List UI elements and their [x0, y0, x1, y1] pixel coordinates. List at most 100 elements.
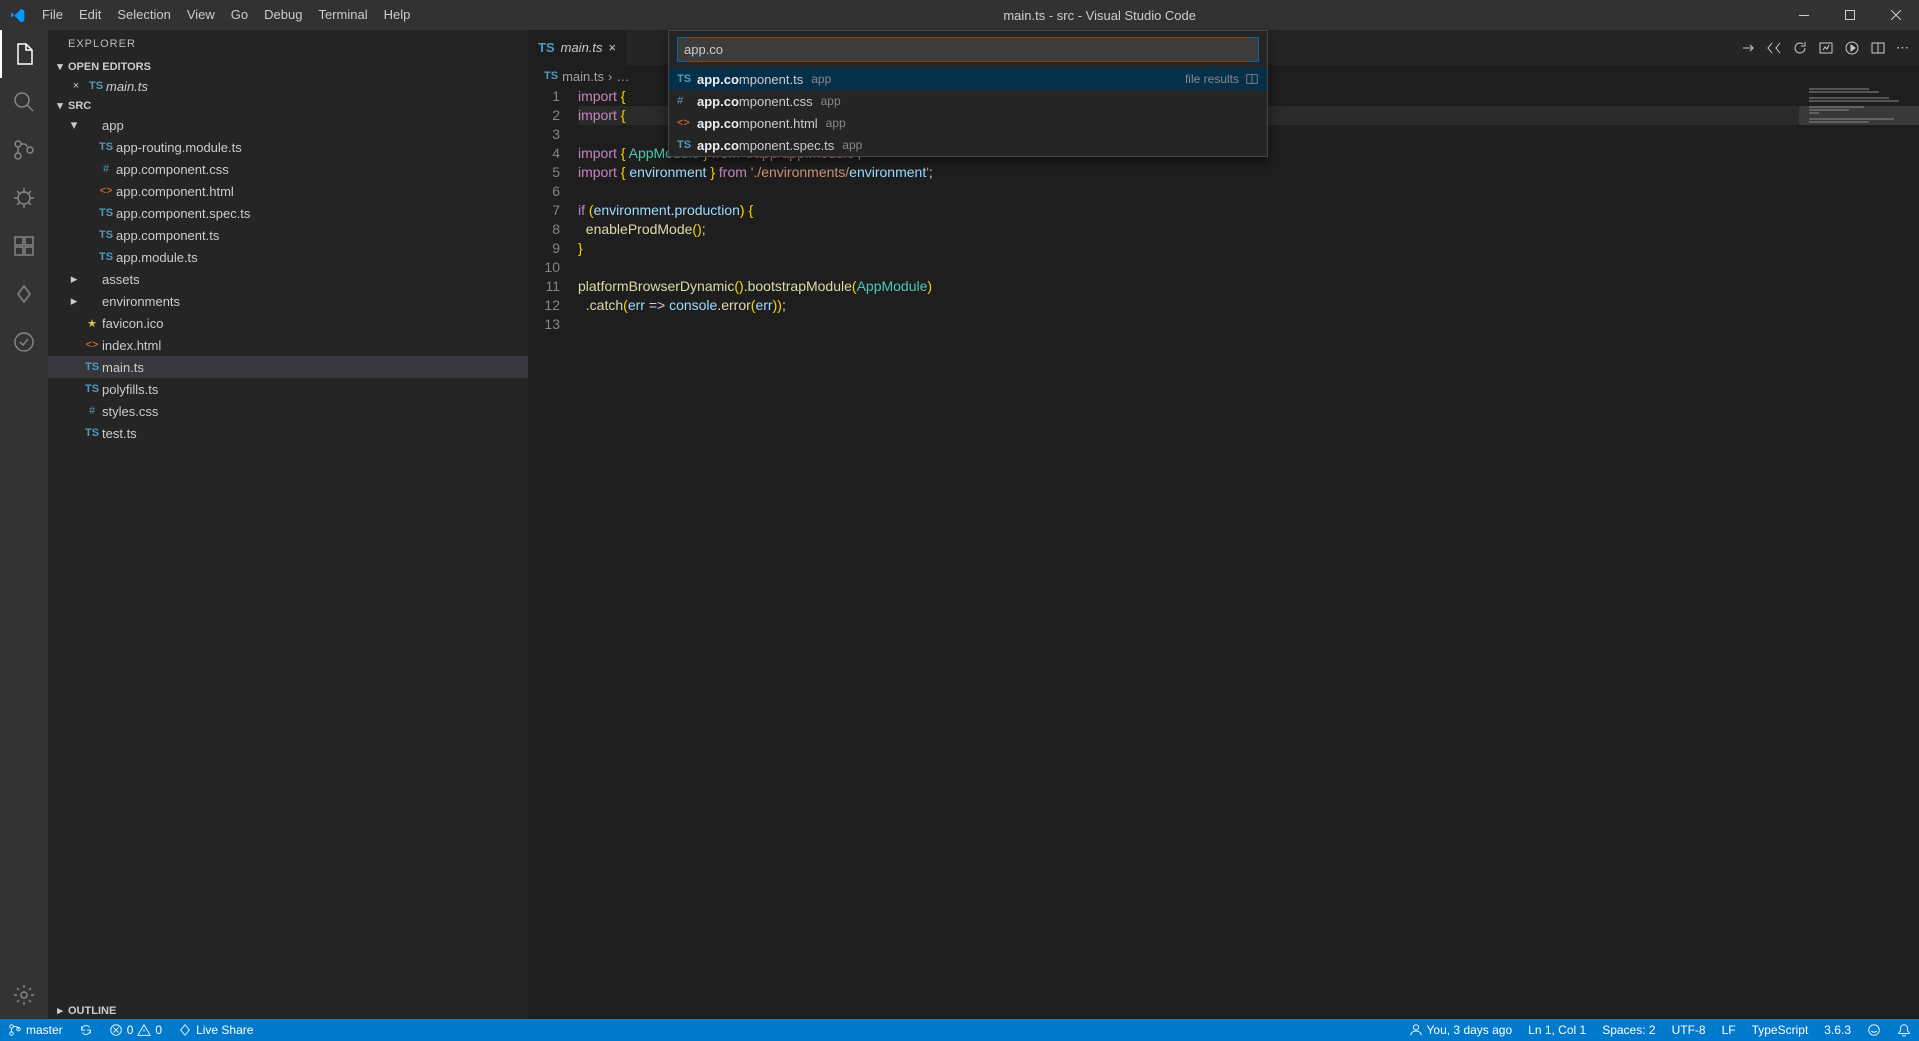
quick-open-item[interactable]: <>app.component.htmlapp — [669, 112, 1267, 134]
section-label: OUTLINE — [68, 1005, 116, 1017]
ts-icon: TS — [86, 80, 106, 92]
tree-item[interactable]: ★favicon.ico — [48, 312, 528, 334]
sync-icon — [79, 1023, 93, 1037]
branch-icon — [8, 1023, 22, 1037]
quick-open-item[interactable]: TSapp.component.tsappfile results — [669, 68, 1267, 90]
activity-search-icon[interactable] — [0, 78, 48, 126]
status-version[interactable]: 3.6.3 — [1816, 1023, 1859, 1037]
close-icon[interactable]: × — [66, 80, 86, 92]
menu-terminal[interactable]: Terminal — [310, 0, 375, 30]
chevron-down-icon: ▾ — [52, 99, 68, 112]
tree-item[interactable]: <>app.component.html — [48, 180, 528, 202]
section-src[interactable]: ▾ SRC — [48, 97, 528, 114]
tree-item[interactable]: TSpolyfills.ts — [48, 378, 528, 400]
tree-item[interactable]: ▾app — [48, 114, 528, 136]
activity-settings-icon[interactable] — [0, 971, 48, 1019]
status-encoding[interactable]: UTF-8 — [1664, 1023, 1714, 1037]
section-label: OPEN EDITORS — [68, 61, 151, 73]
chevron-right-icon: ▸ — [52, 1004, 68, 1017]
close-button[interactable] — [1873, 0, 1919, 30]
status-indent[interactable]: Spaces: 2 — [1594, 1023, 1663, 1037]
person-icon — [1409, 1023, 1423, 1037]
branch-label: master — [26, 1023, 63, 1037]
status-lang[interactable]: TypeScript — [1744, 1023, 1817, 1037]
ts-icon: TS — [544, 70, 558, 82]
menu-help[interactable]: Help — [376, 0, 419, 30]
tab-main-ts[interactable]: TS main.ts × — [528, 30, 626, 65]
activity-liveshare-icon[interactable] — [0, 270, 48, 318]
quick-open: TSapp.component.tsappfile results#app.co… — [668, 30, 1268, 157]
status-bar: master 0 0 Live Share You, 3 days ago Ln… — [0, 1019, 1919, 1041]
maximize-button[interactable] — [1827, 0, 1873, 30]
status-eol[interactable]: LF — [1714, 1023, 1744, 1037]
quick-open-item[interactable]: #app.component.cssapp — [669, 90, 1267, 112]
error-icon — [109, 1023, 123, 1037]
activity-debug-icon[interactable] — [0, 174, 48, 222]
status-blame[interactable]: You, 3 days ago — [1401, 1023, 1521, 1037]
tree-item[interactable]: TSmain.ts — [48, 356, 528, 378]
vscode-logo-icon — [0, 7, 34, 23]
section-outline[interactable]: ▸ OUTLINE — [48, 1002, 528, 1019]
code-editor[interactable]: 12345678910111213 import { import { impo… — [528, 87, 1919, 1019]
split-icon[interactable] — [1870, 40, 1886, 56]
smiley-icon — [1867, 1023, 1881, 1037]
more-icon[interactable]: ⋯ — [1896, 40, 1909, 56]
section-label: SRC — [68, 100, 91, 112]
status-sync[interactable] — [71, 1023, 101, 1037]
tree-item[interactable]: TSapp.component.ts — [48, 224, 528, 246]
src-tree: ▾appTSapp-routing.module.ts#app.componen… — [48, 114, 528, 444]
ts-icon: TS — [538, 40, 555, 55]
breadcrumb-item: main.ts — [562, 69, 604, 84]
liveshare-icon — [178, 1023, 192, 1037]
menu-edit[interactable]: Edit — [71, 0, 109, 30]
status-bell[interactable] — [1889, 1023, 1919, 1037]
tree-item[interactable]: ▸assets — [48, 268, 528, 290]
tree-item[interactable]: ▸environments — [48, 290, 528, 312]
liveshare-label: Live Share — [196, 1023, 253, 1037]
blame-label: You, 3 days ago — [1427, 1023, 1513, 1037]
tree-item[interactable]: #app.component.css — [48, 158, 528, 180]
quick-open-item[interactable]: TSapp.component.spec.tsapp — [669, 134, 1267, 156]
run-icon[interactable] — [1844, 40, 1860, 56]
menu-view[interactable]: View — [179, 0, 223, 30]
status-branch[interactable]: master — [0, 1023, 71, 1037]
section-open-editors[interactable]: ▾ OPEN EDITORS — [48, 58, 528, 75]
quick-open-list: TSapp.component.tsappfile results#app.co… — [669, 68, 1267, 156]
menu-debug[interactable]: Debug — [256, 0, 310, 30]
editor-area: TS main.ts × ⋯ TS main.ts › … 1234567891… — [528, 30, 1919, 1019]
code-content[interactable]: import { import { import { AppModule } f… — [578, 87, 1919, 1019]
minimize-button[interactable] — [1781, 0, 1827, 30]
breadcrumb-more: … — [616, 69, 629, 84]
line-gutter: 12345678910111213 — [528, 87, 578, 1019]
minimap[interactable] — [1799, 87, 1919, 1019]
status-liveshare[interactable]: Live Share — [170, 1023, 261, 1037]
refresh-icon[interactable] — [1792, 40, 1808, 56]
open-editor-item[interactable]: × TS main.ts — [48, 75, 528, 97]
activity-scm-icon[interactable] — [0, 126, 48, 174]
quick-open-input[interactable] — [677, 37, 1259, 62]
compare-icon[interactable] — [1740, 40, 1756, 56]
tree-item[interactable]: #styles.css — [48, 400, 528, 422]
tree-item[interactable]: TSapp.component.spec.ts — [48, 202, 528, 224]
tree-item[interactable]: <>index.html — [48, 334, 528, 356]
editor-actions: ⋯ — [1740, 30, 1919, 65]
status-cursor[interactable]: Ln 1, Col 1 — [1520, 1023, 1594, 1037]
chevron-down-icon: ▾ — [52, 60, 68, 73]
status-problems[interactable]: 0 0 — [101, 1023, 170, 1037]
menu-selection[interactable]: Selection — [109, 0, 178, 30]
activity-test-icon[interactable] — [0, 318, 48, 366]
title-bar: File Edit Selection View Go Debug Termin… — [0, 0, 1919, 30]
activity-extensions-icon[interactable] — [0, 222, 48, 270]
close-icon[interactable]: × — [609, 40, 617, 55]
menu-go[interactable]: Go — [223, 0, 256, 30]
menu-file[interactable]: File — [34, 0, 71, 30]
activity-bar — [0, 30, 48, 1019]
status-feedback[interactable] — [1859, 1023, 1889, 1037]
sidebar: EXPLORER ▾ OPEN EDITORS × TS main.ts ▾ S… — [48, 30, 528, 1019]
tree-item[interactable]: TStest.ts — [48, 422, 528, 444]
go-back-icon[interactable] — [1766, 40, 1782, 56]
preview-icon[interactable] — [1818, 40, 1834, 56]
activity-explorer-icon[interactable] — [0, 30, 48, 78]
tree-item[interactable]: TSapp-routing.module.ts — [48, 136, 528, 158]
tree-item[interactable]: TSapp.module.ts — [48, 246, 528, 268]
